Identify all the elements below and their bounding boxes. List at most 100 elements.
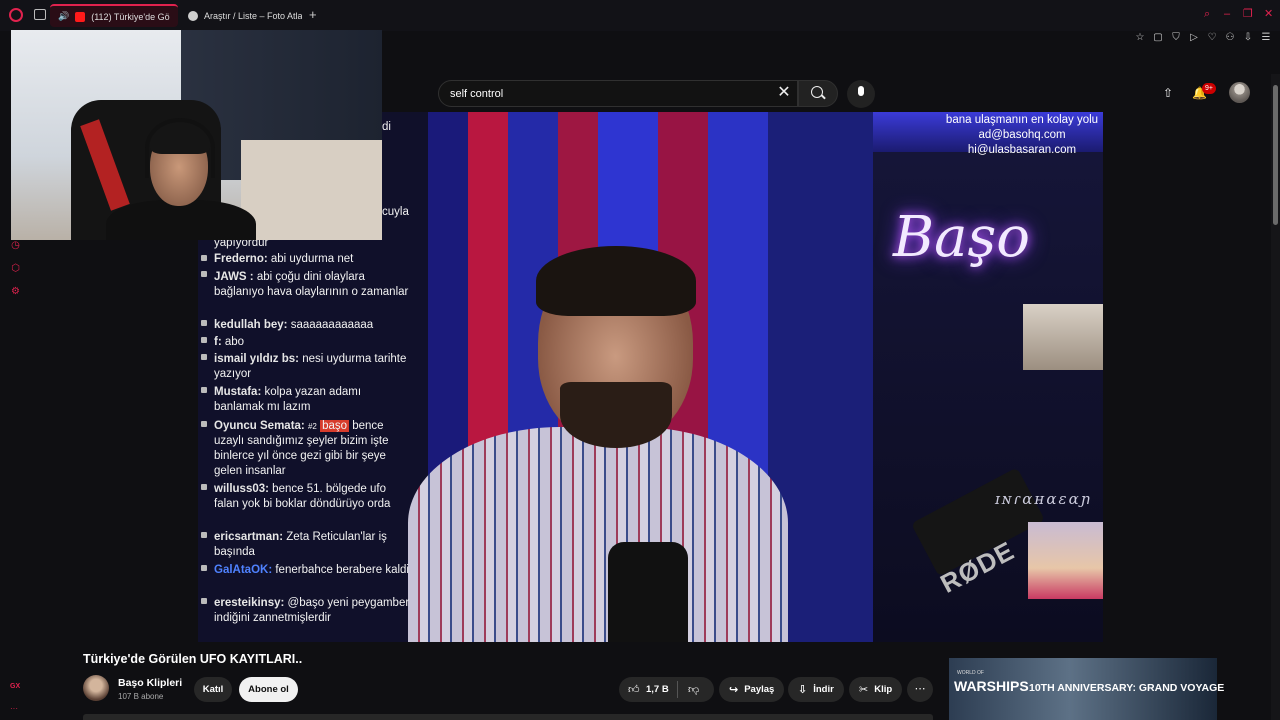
channel-avatar[interactable] [83,675,109,701]
like-thumb-icon[interactable]: 👍︎ [628,683,640,696]
chat-text: fenerbahce berabere kaldi [275,564,409,576]
video-title: Türkiye'de Görülen UFO KAYITLARI.. [83,652,303,666]
chat-badge-icon [201,271,207,277]
chat-user: f: [214,336,222,348]
streamer [408,246,788,642]
maximize-button[interactable]: ❐ [1243,8,1253,20]
shirt [408,427,788,642]
tab-foto-atlas[interactable]: Araştır / Liste – Foto Atlas [180,4,310,27]
opera-logo-icon[interactable] [9,8,23,22]
share-label: Paylaş [744,684,775,695]
dislike-thumb-icon[interactable]: 👎︎ [688,683,699,696]
chat-message: GalAtaOK: fenerbahce berabere kaldi [214,563,410,578]
chat-user: kedullah bey: [214,319,288,331]
scrollbar-thumb[interactable] [1273,85,1278,225]
download-icon[interactable]: ⇩ [1242,32,1254,44]
contact-line: hi@ulasbasaran.com [967,144,1077,156]
chat-badge-icon [201,484,207,490]
chat-message: kedullah bey: saaaaaaaaaaaa [214,318,410,333]
chat-message: JAWS : abi çoğu dini olaylara bağlanıyo … [214,270,410,300]
chat-user: ismail yıldız bs: [214,353,299,365]
profile-icon[interactable]: ⚇ [1224,32,1236,44]
foto-atlas-favicon-icon [188,10,198,21]
chat-message: Oyuncu Semata: #2 başo bence uzaylı sand… [214,419,410,479]
chat-user: Mustafa: [214,386,262,398]
chat-message: ismail yıldız bs: nesi uydurma tarihte y… [214,352,410,382]
speaker-icon[interactable]: 🔊 [58,11,69,22]
chat-text: saaaaaaaaaaaa [290,319,374,331]
chat-badge-icon [201,598,207,604]
heart-icon[interactable]: ♡ [1206,32,1218,44]
notification-count-badge: 9+ [1202,83,1216,94]
chat-cut-text: cuyla [382,206,409,218]
minimize-button[interactable]: – [1224,8,1230,20]
new-tab-button[interactable]: + [309,8,317,21]
settings-gear-icon[interactable]: ⚙ [10,286,21,297]
contact-line: bana ulaşmanın en kolay yolu [945,114,1099,126]
snapshot-icon[interactable]: ▢ [1152,32,1164,44]
tab-title: (112) Türkiye'de Görü [91,11,170,22]
share-button[interactable]: ↪ Paylaş [719,677,785,702]
download-button[interactable]: ⇩ İndir [788,677,844,702]
more-actions-button[interactable]: ⋯ [907,677,933,702]
chat-badge-icon [201,532,207,538]
pip-tshirt [106,200,256,240]
history-icon[interactable]: ◷ [10,240,21,251]
account-avatar[interactable] [1229,82,1250,103]
search-icon[interactable] [811,86,823,98]
tab-manager-icon[interactable] [34,9,46,20]
chat-message: eresteikinsy: @başo yeni peygamber indiğ… [214,596,410,626]
chat-user: Oyuncu Semata: [214,420,305,432]
chat-message: willuss03: bence 51. bölgede ufo falan y… [214,482,410,512]
chat-rank-badge: #2 [307,422,317,431]
join-button[interactable]: Katıl [194,677,232,702]
chat-text: abo [224,336,245,348]
download-arrow-icon: ⇩ [798,684,808,696]
chat-badge-icon [201,255,207,261]
hair [536,246,696,316]
play-icon[interactable]: ▷ [1188,32,1200,44]
chat-badge-icon [201,354,207,360]
browser-tab-strip: 🔊 (112) Türkiye'de Görü Araştır / Liste … [0,0,1280,31]
tab-youtube[interactable]: 🔊 (112) Türkiye'de Görü [50,4,178,27]
bookmark-icon[interactable]: ☆ [1134,32,1146,44]
search-tabs-icon[interactable]: ⌕ [1204,8,1210,20]
chat-badge-icon [201,565,207,571]
clear-search-icon[interactable]: ✕ [774,83,794,103]
like-count[interactable]: 1,7 B [646,684,669,695]
pip-headset [145,118,215,178]
clip-button[interactable]: ✂ Klip [849,677,903,702]
microphone [608,542,688,642]
chat-cut-text: di [382,121,391,133]
cat-photo [1028,522,1103,599]
search-input[interactable]: self control [438,80,798,107]
chat-text: abi uydurma net [270,253,354,265]
chat-overlay: yapıyordur Frederno: abi uydurma net JAW… [200,236,410,642]
webcam-pip[interactable] [11,30,382,240]
scissors-icon: ✂ [859,684,869,696]
shield-icon[interactable]: ⛉ [1170,32,1182,44]
sidebar-more-icon[interactable]: ··· [10,704,18,713]
chat-message: Mustafa: kolpa yazan adamı banlamak mı l… [214,385,410,415]
upload-icon[interactable]: ⇧ [1161,86,1175,100]
subscribe-button[interactable]: Abone ol [239,677,298,702]
cat-photo [1023,304,1103,370]
extensions-icon[interactable]: ⬡ [10,263,21,274]
close-window-button[interactable]: ✕ [1264,8,1273,20]
channel-name[interactable]: Başo Klipleri [118,677,182,689]
ad-logo: WARSHIPS [954,678,1029,694]
chat-mention: başo [320,420,349,432]
download-label: İndir [813,684,834,695]
like-divider [677,681,678,698]
description-box-edge [83,714,933,720]
subscriber-count: 107 B abone [118,692,164,701]
gx-corner-label[interactable]: GX [10,683,20,690]
chat-message: f: abo [214,335,410,350]
microphone-icon[interactable] [858,86,864,96]
chat-user: Frederno: [214,253,268,265]
menu-icon[interactable]: ☰ [1260,32,1272,44]
chat-user: willuss03: [214,483,269,495]
screen: 🔊 (112) Türkiye'de Görü Araştır / Liste … [0,0,1280,720]
signature-text: ɪɴɾɑʜɑɛɑɲ [995,490,1093,508]
chat-message: Frederno: abi uydurma net [214,252,410,267]
